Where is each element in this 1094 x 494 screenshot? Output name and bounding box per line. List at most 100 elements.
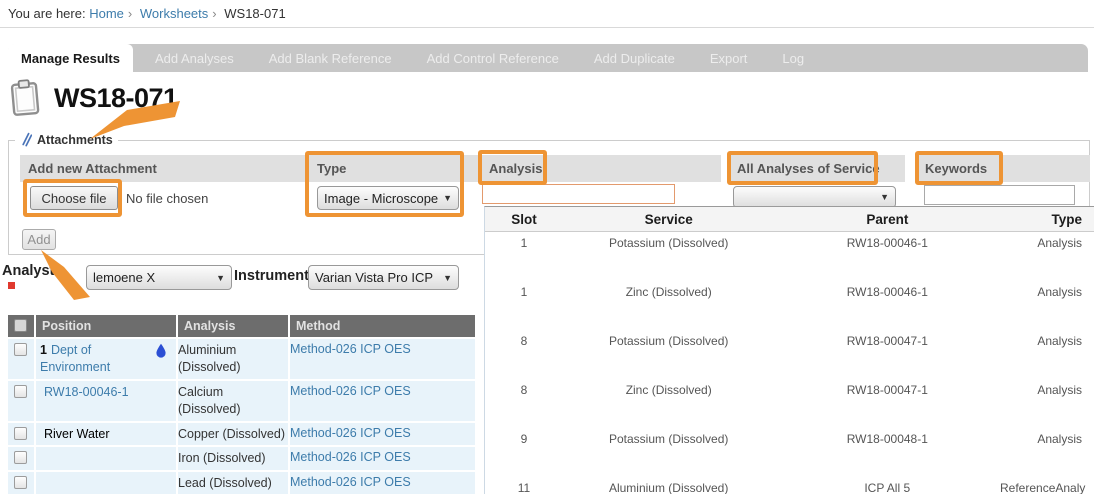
paperclip-icon [20, 132, 32, 147]
table-row: River Water Copper (Dissolved) Method-02… [8, 423, 483, 446]
table-row: 1Dept of Environment Aluminium (Dissolve… [8, 339, 483, 379]
tab[interactable]: Add Control Reference [414, 44, 572, 72]
method-link[interactable]: Method-026 ICP OES [290, 475, 411, 489]
analyst-value: lemoene X [93, 270, 155, 285]
method-link[interactable]: Method-026 ICP OES [290, 450, 411, 464]
row-checkbox[interactable] [14, 476, 27, 489]
autocomplete-header: Slot Service Parent Type [485, 207, 1094, 232]
required-indicator [8, 282, 15, 289]
tab[interactable]: Manage Results [8, 44, 133, 72]
option-type: Analysis [1000, 334, 1094, 348]
results-table-header: Position Analysis Method [8, 315, 483, 337]
position-cell [36, 472, 176, 494]
row-checkbox[interactable] [14, 343, 27, 356]
method-link[interactable]: Method-026 ICP OES [290, 342, 411, 356]
option-slot: 1 [485, 285, 563, 299]
autocomplete-option[interactable]: 8 Potassium (Dissolved) RW18-00047-1 Ana… [485, 330, 1094, 379]
instrument-value: Varian Vista Pro ICP [315, 270, 433, 285]
row-checkbox-cell [8, 381, 34, 421]
chevron-down-icon: ▼ [443, 273, 452, 283]
autocomplete-option[interactable]: 1 Potassium (Dissolved) RW18-00046-1 Ana… [485, 232, 1094, 281]
tab-bar: Manage Results Add Analyses Add Blank Re… [8, 44, 1088, 72]
breadcrumb-link-home[interactable]: Home [89, 6, 124, 21]
choose-file-button[interactable]: Choose file [30, 186, 118, 210]
table-row: Iron (Dissolved) Method-026 ICP OES [8, 447, 483, 470]
position-text[interactable]: RW18-00046-1 [44, 385, 129, 399]
breadcrumb-prefix: You are here: [8, 6, 86, 21]
attachments-legend-text: Attachments [37, 133, 113, 147]
tab[interactable]: Add Analyses [142, 44, 247, 72]
option-parent: RW18-00047-1 [775, 334, 1001, 348]
breadcrumb-current: WS18-071 [224, 6, 285, 21]
page-title: WS18-071 [54, 83, 178, 114]
option-service: Potassium (Dissolved) [563, 334, 775, 348]
option-service: Zinc (Dissolved) [563, 285, 775, 299]
chevron-down-icon: ▼ [443, 193, 452, 203]
option-slot: 8 [485, 383, 563, 397]
option-type: Analysis [1000, 432, 1094, 446]
breadcrumb: You are here: Home › Worksheets › WS18-071 [8, 6, 286, 21]
option-service: Potassium (Dissolved) [563, 236, 775, 250]
analyst-select[interactable]: lemoene X ▼ [86, 265, 232, 290]
position-text[interactable]: River Water [44, 427, 110, 441]
method-cell: Method-026 ICP OES [290, 381, 475, 421]
position-cell [36, 447, 176, 470]
method-link[interactable]: Method-026 ICP OES [290, 384, 411, 398]
position-number: 1 [40, 343, 47, 357]
option-type: ReferenceAnaly [1000, 481, 1094, 494]
instrument-select[interactable]: Varian Vista Pro ICP ▼ [308, 265, 459, 290]
method-link[interactable]: Method-026 ICP OES [290, 426, 411, 440]
breadcrumb-separator: › [212, 6, 216, 21]
row-checkbox[interactable] [14, 427, 27, 440]
column-header-keywords: Keywords [917, 155, 1090, 182]
row-checkbox-cell [8, 472, 34, 494]
option-parent: RW18-00048-1 [775, 432, 1001, 446]
breadcrumb-separator: › [128, 6, 132, 21]
attachment-type-select[interactable]: Image - Microscope ▼ [317, 186, 459, 210]
header-checkbox-cell [8, 315, 34, 337]
column-header-all-analyses-of-service: All Analyses of Service [729, 155, 905, 182]
row-checkbox[interactable] [14, 385, 27, 398]
header-slot: Slot [485, 212, 563, 227]
position-cell: 1Dept of Environment [36, 339, 176, 379]
option-parent: RW18-00046-1 [775, 236, 1001, 250]
tab[interactable]: Add Blank Reference [256, 44, 405, 72]
method-cell: Method-026 ICP OES [290, 423, 475, 446]
results-table: Position Analysis Method 1Dept of Enviro… [8, 315, 483, 494]
all-analyses-of-service-select[interactable]: ▼ [733, 186, 896, 208]
row-checkbox-cell [8, 339, 34, 379]
add-attachment-button[interactable]: Add [22, 229, 56, 250]
analysis-name: Lead (Dissolved) [178, 472, 288, 494]
autocomplete-option[interactable]: 1 Zinc (Dissolved) RW18-00046-1 Analysis [485, 281, 1094, 330]
tab[interactable]: Log [769, 44, 817, 72]
water-drop-icon[interactable] [155, 343, 167, 358]
option-parent: ICP All 5 [774, 481, 1000, 494]
header-parent: Parent [775, 212, 1001, 227]
tab[interactable]: Add Duplicate [581, 44, 688, 72]
attachment-type-value: Image - Microscope [324, 191, 438, 206]
option-parent: RW18-00047-1 [775, 383, 1001, 397]
column-header-analysis: Analysis [481, 155, 721, 182]
header-type: Type [1000, 212, 1094, 227]
autocomplete-option[interactable]: 8 Zinc (Dissolved) RW18-00047-1 Analysis [485, 379, 1094, 428]
instrument-label: Instrument [234, 268, 309, 284]
analysis-search-input[interactable] [482, 184, 675, 204]
column-header-add-new-attachment: Add new Attachment [20, 155, 306, 182]
method-cell: Method-026 ICP OES [290, 339, 475, 379]
keywords-input[interactable] [924, 185, 1075, 205]
position-text[interactable]: Dept of Environment [40, 343, 110, 374]
file-status-text: No file chosen [126, 191, 208, 206]
breadcrumb-link-worksheets[interactable]: Worksheets [140, 6, 208, 21]
divider [0, 27, 1094, 28]
column-header-type: Type [309, 155, 479, 182]
row-checkbox[interactable] [14, 451, 27, 464]
header-position: Position [36, 315, 176, 337]
option-slot: 9 [485, 432, 563, 446]
position-cell: RW18-00046-1 [36, 381, 176, 421]
autocomplete-option[interactable]: 9 Potassium (Dissolved) RW18-00048-1 Ana… [485, 428, 1094, 477]
row-checkbox-cell [8, 447, 34, 470]
select-all-checkbox[interactable] [14, 319, 27, 332]
tab[interactable]: Export [697, 44, 761, 72]
autocomplete-option[interactable]: 11 Aluminium (Dissolved) ICP All 5 Refer… [485, 477, 1094, 494]
results-table-body: 1Dept of Environment Aluminium (Dissolve… [8, 339, 483, 494]
